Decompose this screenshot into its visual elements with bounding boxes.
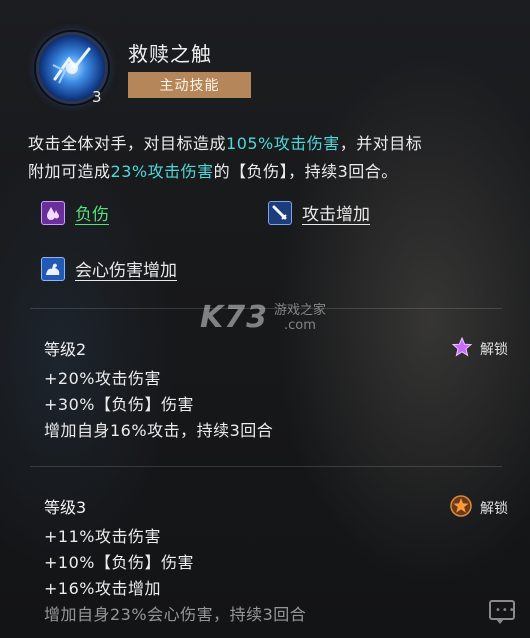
site-watermark: K73 游戏之家 .com xyxy=(200,300,326,335)
desc-text: 的【负伤】，持续3回合。 xyxy=(213,162,398,181)
level-effect-line: +11%攻击伤害 xyxy=(44,527,161,546)
watermark-logo: K73 xyxy=(200,300,268,335)
watermark-cn: 游戏之家 xyxy=(274,302,327,318)
watermark-text: 游戏之家 .com xyxy=(274,303,326,333)
level-effect-line: +16%攻击增加 xyxy=(44,579,161,598)
unlock-label: 解锁 xyxy=(480,501,508,517)
level-title: 等级2 xyxy=(44,340,87,359)
level-effect-line: +30%【负伤】伤害 xyxy=(44,395,194,414)
level-2-unlock: 解锁 xyxy=(451,336,508,361)
level-2-section: 等级2 +20%攻击伤害 +30%【负伤】伤害 增加自身16%攻击，持续3回合 xyxy=(44,336,514,444)
level-effect-line: +10%【负伤】伤害 xyxy=(44,553,194,572)
desc-highlight-injury: 23%攻击伤害 xyxy=(110,162,214,181)
buff-label: 会心伤害增加 xyxy=(75,261,177,281)
skill-level-number: 3 xyxy=(92,88,102,106)
level-3-unlock: 解锁 xyxy=(450,495,508,521)
buff-link-injury[interactable]: 负伤 xyxy=(41,200,109,225)
level-title: 等级3 xyxy=(44,498,87,517)
desc-text: ，并对目标 xyxy=(339,134,423,153)
sword-icon xyxy=(268,200,292,225)
buff-link-attack-up[interactable]: 攻击增加 xyxy=(268,200,370,225)
level-effect-line: +20%攻击伤害 xyxy=(44,369,161,388)
section-divider xyxy=(30,466,502,467)
desc-text: 攻击全体对手，对目标造成 xyxy=(28,134,227,153)
chat-dots: ••• xyxy=(495,605,516,616)
description-line-2: 附加可造成23%攻击伤害的【负伤】，持续3回合。 xyxy=(28,158,508,186)
watermark-com: .com xyxy=(284,317,316,333)
skill-detail-panel: 3 救赎之触 主动技能 攻击全体对手，对目标造成105%攻击伤害，并对目标 附加… xyxy=(0,0,530,638)
purple-star-icon xyxy=(451,336,473,361)
orange-star-badge-icon xyxy=(450,495,472,521)
skill-title: 救赎之触 xyxy=(128,42,212,66)
level-effect-line: 增加自身16%攻击，持续3回合 xyxy=(44,421,274,440)
level-effect-line: 增加自身23%会心伤害，持续3回合 xyxy=(44,605,307,624)
level-3-section: 等级3 +11%攻击伤害 +10%【负伤】伤害 +16%攻击增加 增加自身23%… xyxy=(44,494,514,628)
buff-label: 负伤 xyxy=(75,205,109,225)
skill-type-tag: 主动技能 xyxy=(128,72,251,98)
chat-icon[interactable]: ••• xyxy=(489,600,516,624)
unlock-label: 解锁 xyxy=(480,342,508,358)
purple-droplet-icon xyxy=(41,200,65,225)
description-line-1: 攻击全体对手，对目标造成105%攻击伤害，并对目标 xyxy=(28,130,508,158)
buff-link-crit-damage-up[interactable]: 会心伤害增加 xyxy=(41,256,177,281)
buff-label: 攻击增加 xyxy=(302,205,370,225)
skill-description: 攻击全体对手，对目标造成105%攻击伤害，并对目标 附加可造成23%攻击伤害的【… xyxy=(28,130,508,186)
desc-highlight-damage: 105%攻击伤害 xyxy=(226,134,340,153)
flexed-arm-icon xyxy=(41,256,65,281)
desc-text: 附加可造成 xyxy=(28,162,111,181)
